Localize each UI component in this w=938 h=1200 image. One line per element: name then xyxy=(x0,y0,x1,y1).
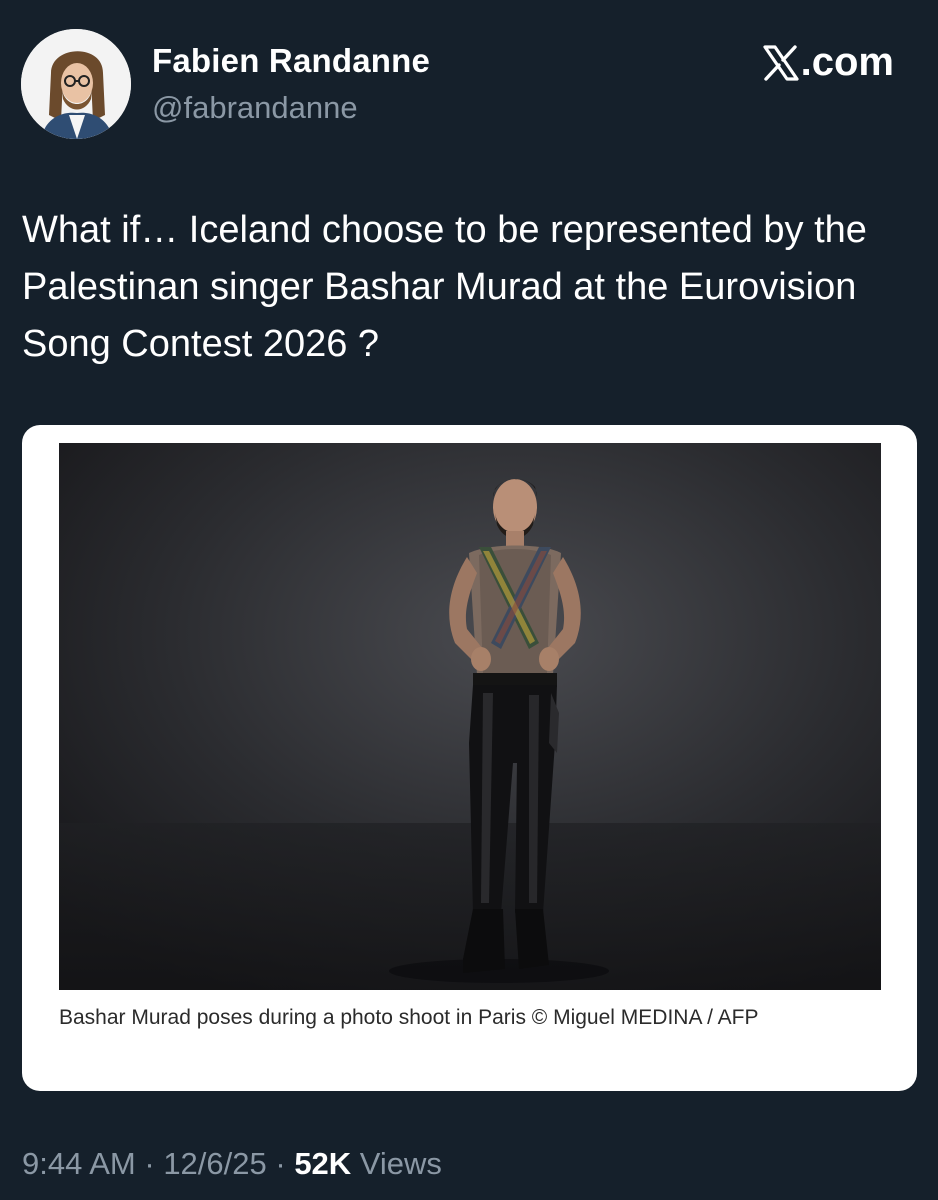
meta-separator: · xyxy=(266,1146,295,1181)
author-handle[interactable]: @fabrandanne xyxy=(152,90,358,126)
photo-caption: Bashar Murad poses during a photo shoot … xyxy=(59,1006,759,1029)
x-com-brand: .com xyxy=(762,40,894,85)
views-count[interactable]: 52K xyxy=(294,1146,351,1181)
author-avatar[interactable] xyxy=(21,29,131,139)
media-card[interactable]: Bashar Murad poses during a photo shoot … xyxy=(22,425,917,1091)
tweet-time[interactable]: 9:44 AM xyxy=(22,1146,136,1181)
views-label: Views xyxy=(351,1146,442,1181)
brand-domain: .com xyxy=(800,40,894,84)
tweet: Fabien Randanne @fabrandanne .com What i… xyxy=(0,0,938,1200)
news-photo[interactable] xyxy=(59,443,881,990)
x-logo-icon xyxy=(762,44,800,82)
tweet-date[interactable]: 12/6/25 xyxy=(163,1146,266,1181)
meta-separator: · xyxy=(135,1146,164,1181)
tweet-meta: 9:44 AM · 12/6/25 · 52K Views xyxy=(22,1146,442,1182)
author-name[interactable]: Fabien Randanne xyxy=(152,42,430,80)
tweet-text: What if… Iceland choose to be represente… xyxy=(22,209,867,365)
